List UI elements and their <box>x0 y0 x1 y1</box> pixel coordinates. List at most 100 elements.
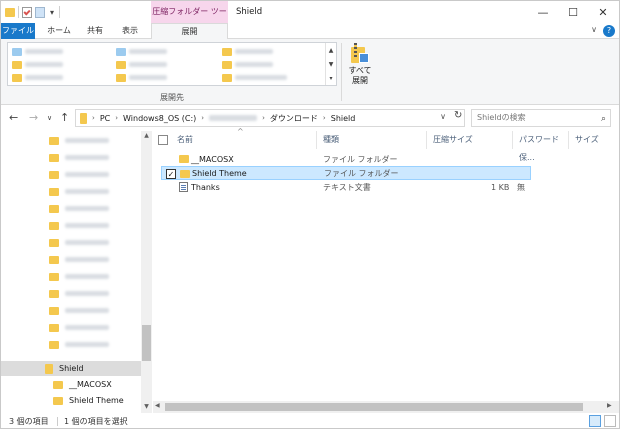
gallery-item[interactable] <box>222 45 287 58</box>
search-input[interactable]: Shieldの検索 ⌕ <box>471 109 611 127</box>
tree-item-macosx[interactable]: __MACOSX <box>1 377 141 392</box>
properties-icon[interactable] <box>22 6 32 18</box>
scrollbar-thumb[interactable] <box>165 403 583 411</box>
column-header-name[interactable]: 名前 <box>171 131 317 149</box>
blurred-label <box>235 62 273 67</box>
chevron-down-icon[interactable]: ▼ <box>141 403 152 410</box>
tree-item[interactable] <box>1 286 141 301</box>
tree-item[interactable] <box>1 218 141 233</box>
new-folder-icon[interactable] <box>35 6 45 18</box>
tree-item-shield[interactable]: Shield <box>1 361 141 376</box>
title-bar: ▾ 圧縮フォルダー ツール Shield — ☐ ✕ <box>1 1 619 38</box>
breadcrumb-separator: › <box>262 114 265 122</box>
large-icons-view-icon[interactable] <box>604 415 616 427</box>
nav-pane-scrollbar[interactable]: ▲ ▼ <box>141 131 152 413</box>
item-count: 3 個の項目 <box>9 417 49 426</box>
select-all-checkbox[interactable] <box>158 135 168 145</box>
folder-icon <box>12 73 22 82</box>
gallery-item[interactable] <box>222 71 287 84</box>
minimize-button[interactable]: — <box>528 1 558 23</box>
gallery-item[interactable] <box>12 71 63 84</box>
ribbon-body: ▲ ▼ ▾ 展開先 すべて 展開 <box>1 39 619 105</box>
tab-extract[interactable]: 展開 <box>151 23 228 40</box>
tree-item[interactable] <box>1 303 141 318</box>
tree-item-shield-theme[interactable]: Shield Theme <box>1 393 141 408</box>
breadcrumb-blurred[interactable] <box>209 115 258 121</box>
tree-item[interactable] <box>1 337 141 352</box>
breadcrumb-separator: › <box>92 114 95 122</box>
chevron-left-icon[interactable]: ◀ <box>155 402 160 409</box>
recent-locations-icon[interactable]: ∨ <box>47 114 52 122</box>
gallery-item[interactable] <box>116 58 167 71</box>
maximize-button[interactable]: ☐ <box>558 1 588 23</box>
column-header-compressed-size[interactable]: 圧縮サイズ <box>427 131 513 149</box>
horizontal-scrollbar[interactable]: ◀ ▶ <box>153 401 619 413</box>
zip-folder-icon <box>80 112 87 124</box>
details-view-icon[interactable] <box>589 415 601 427</box>
ribbon-tab-bar: ファイル ホーム 共有 表示 展開 ∨ ? <box>1 23 619 40</box>
file-type: ファイル フォルダー <box>323 154 398 164</box>
folder-icon <box>180 170 190 178</box>
close-button[interactable]: ✕ <box>588 1 618 23</box>
zip-folder-icon <box>351 43 369 65</box>
breadcrumb-downloads[interactable]: ダウンロード <box>270 113 318 124</box>
customize-qat-icon[interactable]: ▾ <box>48 7 56 18</box>
refresh-icon[interactable]: ↻ <box>454 110 462 121</box>
tree-item[interactable] <box>1 252 141 267</box>
extract-destination-gallery[interactable]: ▲ ▼ ▾ <box>7 42 337 86</box>
scrollbar-thumb[interactable] <box>142 325 151 361</box>
file-list: ^ 名前 種類 圧縮サイズ パスワード保... サイズ __MACOSX ファイ… <box>153 127 619 413</box>
chevron-down-icon[interactable]: ▼ <box>329 61 334 68</box>
gallery-item[interactable] <box>12 45 63 58</box>
file-row-macosx[interactable]: __MACOSX ファイル フォルダー <box>161 152 531 166</box>
extract-all-label: すべて <box>348 66 372 75</box>
tab-view[interactable]: 表示 <box>115 23 145 39</box>
tree-item[interactable] <box>1 269 141 284</box>
breadcrumb-drive[interactable]: Windows8_OS (C:) <box>123 114 196 123</box>
chevron-up-icon[interactable]: ▲ <box>141 132 152 139</box>
tree-item[interactable] <box>1 235 141 250</box>
file-row-shield-theme[interactable]: ✓ Shield Theme ファイル フォルダー <box>161 166 531 180</box>
tree-item[interactable] <box>1 167 141 182</box>
forward-arrow-icon[interactable]: → <box>29 111 38 124</box>
gallery-item[interactable] <box>12 58 63 71</box>
back-arrow-icon[interactable]: ← <box>9 111 18 124</box>
gallery-item[interactable] <box>116 71 167 84</box>
navigation-bar: ← → ∨ ↑ › PC › Windows8_OS (C:) › › ダウンロ… <box>1 105 619 131</box>
text-file-icon <box>179 182 188 192</box>
tree-item[interactable] <box>1 201 141 216</box>
column-header-password[interactable]: パスワード保... <box>513 131 569 162</box>
address-bar[interactable]: › PC › Windows8_OS (C:) › › ダウンロード › Shi… <box>75 109 465 127</box>
expand-gallery-icon[interactable]: ▾ <box>329 75 332 82</box>
blurred-label <box>65 155 109 160</box>
breadcrumb-pc[interactable]: PC <box>100 114 110 123</box>
tree-item[interactable] <box>1 320 141 335</box>
tree-item[interactable] <box>1 133 141 148</box>
column-header-type[interactable]: 種類 <box>317 131 427 149</box>
folder-icon <box>49 187 59 196</box>
tree-item[interactable] <box>1 184 141 199</box>
chevron-right-icon[interactable]: ▶ <box>607 402 612 409</box>
file-row-thanks[interactable]: Thanks テキスト文書 1 KB 無 <box>161 180 531 194</box>
tab-home[interactable]: ホーム <box>41 23 77 39</box>
tree-item[interactable] <box>1 150 141 165</box>
up-arrow-icon[interactable]: ↑ <box>60 111 69 124</box>
folder-icon <box>222 60 232 69</box>
chevron-down-icon[interactable]: ∨ <box>591 25 597 34</box>
tab-file[interactable]: ファイル <box>1 23 35 39</box>
extract-all-button[interactable]: すべて 展開 <box>345 43 375 91</box>
explorer-window: ▾ 圧縮フォルダー ツール Shield — ☐ ✕ ファイル ホーム 共有 表… <box>0 0 620 429</box>
column-header-size[interactable]: サイズ <box>569 131 619 149</box>
gallery-item[interactable] <box>222 58 287 71</box>
breadcrumb-shield[interactable]: Shield <box>331 114 356 123</box>
folder-icon[interactable] <box>5 7 15 17</box>
help-icon[interactable]: ? <box>603 25 615 37</box>
chevron-down-icon[interactable]: ∨ <box>440 112 446 121</box>
qat-divider <box>59 6 60 18</box>
chevron-up-icon[interactable]: ▲ <box>329 47 334 54</box>
blurred-label <box>65 206 109 211</box>
gallery-item[interactable] <box>116 45 167 58</box>
row-checkbox[interactable]: ✓ <box>166 169 176 179</box>
gallery-scroller[interactable]: ▲ ▼ ▾ <box>325 43 336 85</box>
tab-share[interactable]: 共有 <box>81 23 109 39</box>
